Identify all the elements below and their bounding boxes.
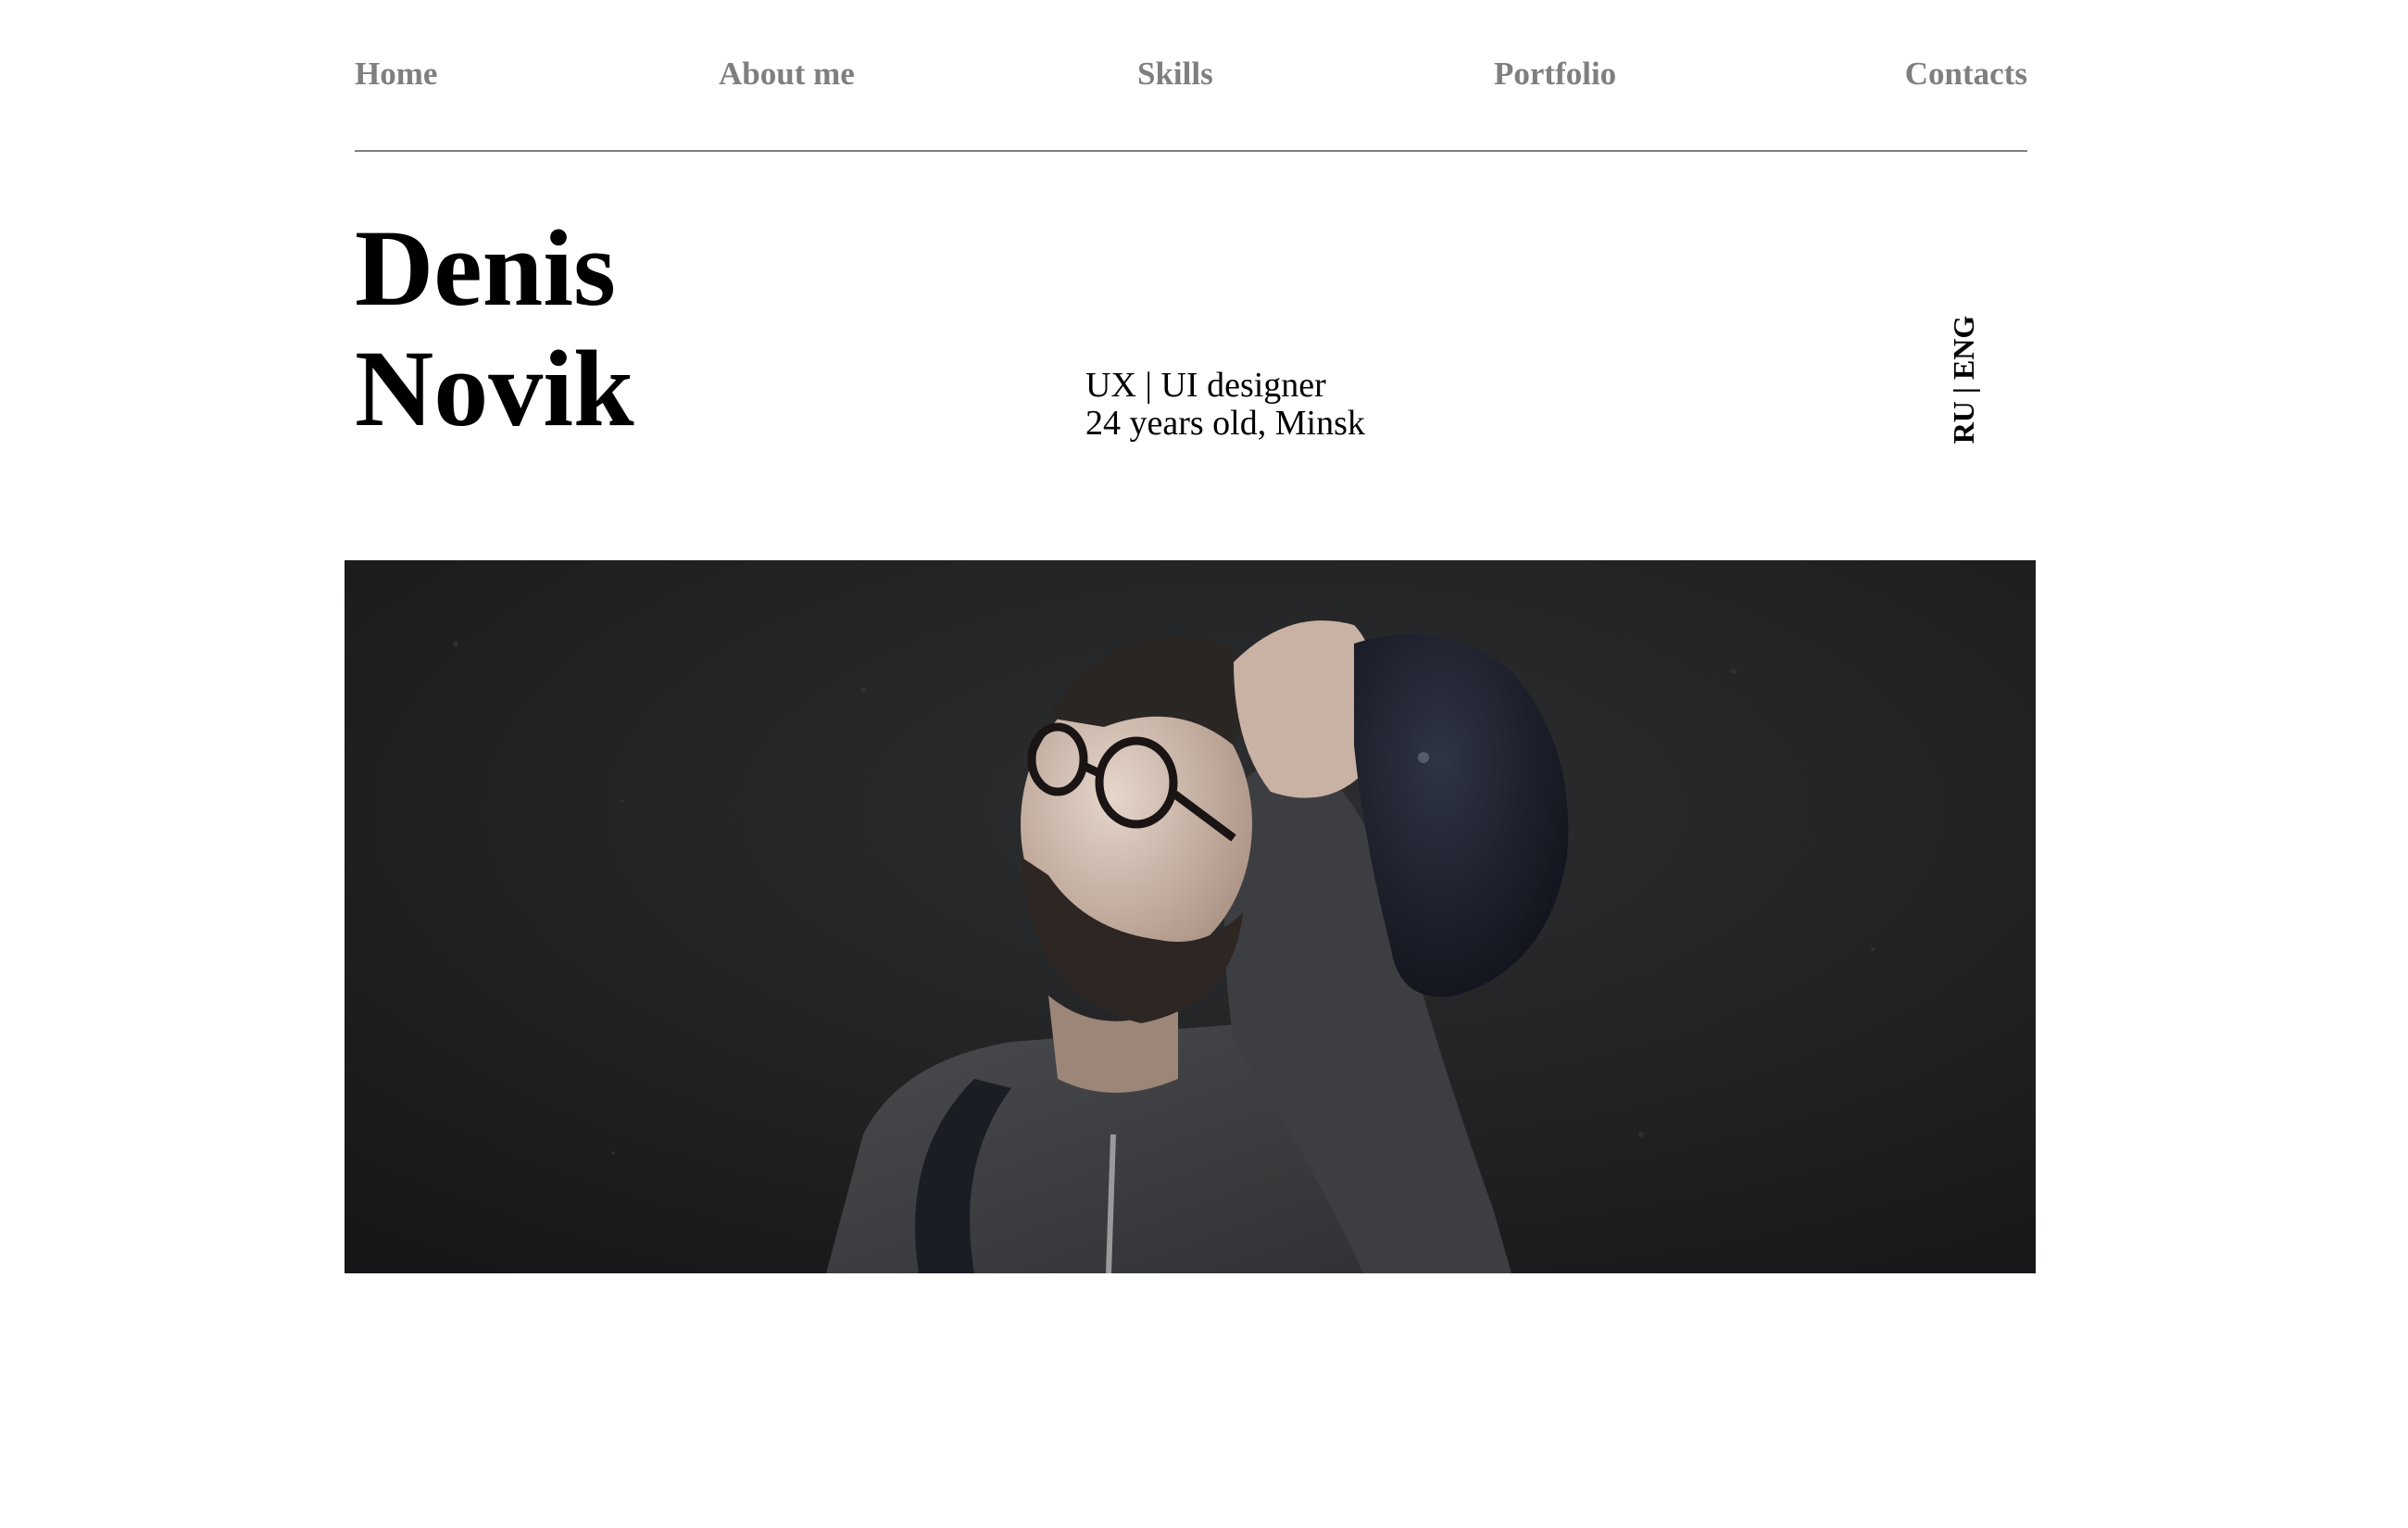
nav-link-portfolio[interactable]: Portfolio [1494,51,1616,97]
page-title: Denis Novik [355,208,634,449]
tagline: UX | UI designer 24 years old, Minsk [1085,367,1365,443]
nav-link-contacts[interactable]: Contacts [1905,51,2027,97]
role-text: UX | UI designer [1085,366,1326,405]
main-nav: Home About me Skills Portfolio Contacts [355,51,2027,97]
language-switch-label[interactable]: RU | ENG [1947,316,1980,445]
nav-divider [355,150,2027,152]
nav-link-about[interactable]: About me [719,51,855,97]
hero-photo [345,560,2036,1273]
nav-link-home[interactable]: Home [355,51,437,97]
first-name: Denis [355,207,616,329]
last-name: Novik [355,328,634,449]
page: Home About me Skills Portfolio Contacts … [0,0,2408,1528]
age-location-text: 24 years old, Minsk [1085,404,1365,443]
portrait-photo-icon [345,560,2036,1273]
nav-link-skills[interactable]: Skills [1137,51,1213,97]
language-switcher[interactable]: RU | ENG [1938,315,1988,445]
